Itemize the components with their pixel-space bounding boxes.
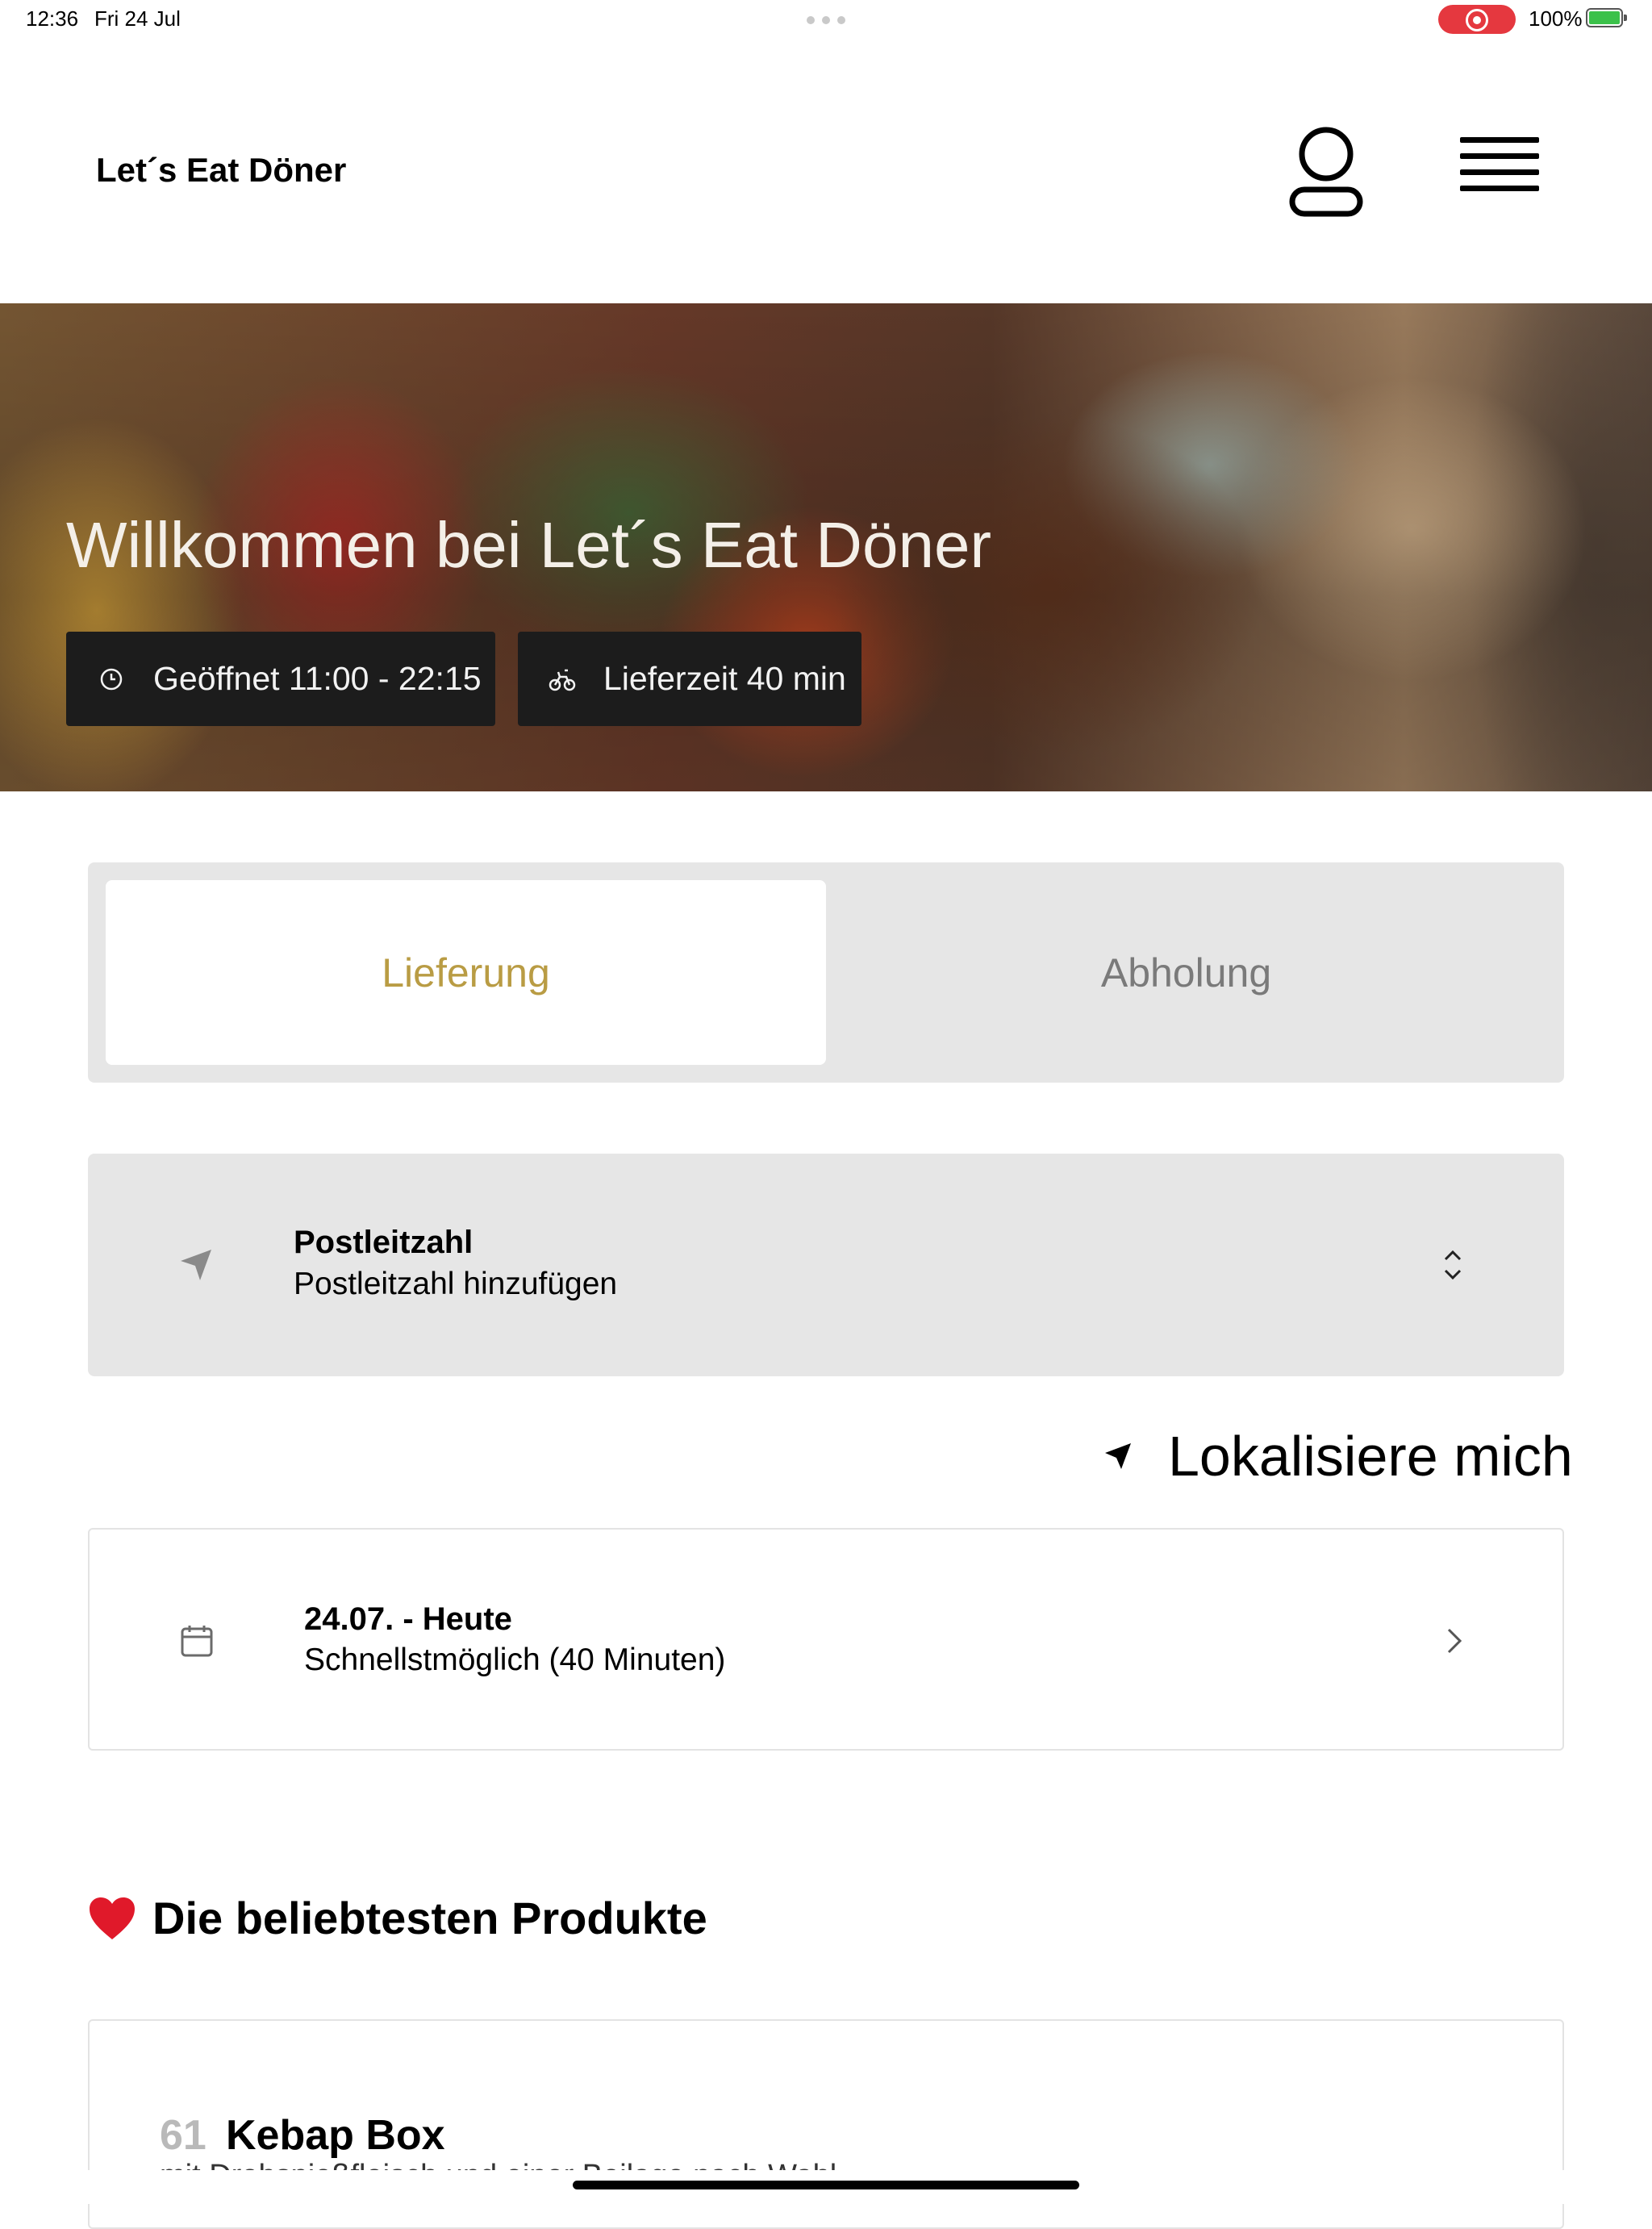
- product-number: 61: [160, 2112, 206, 2159]
- delivery-time-text: Lieferzeit 40 min: [603, 660, 846, 697]
- tab-delivery[interactable]: Lieferung: [106, 880, 826, 1065]
- calendar-icon: [179, 1623, 215, 1659]
- postcode-label: Postleitzahl: [294, 1225, 473, 1260]
- hero-title: Willkommen bei Let´s Eat Döner: [66, 509, 992, 581]
- postcode-select[interactable]: [88, 1154, 1564, 1376]
- user-icon: [1289, 127, 1363, 217]
- home-indicator[interactable]: [573, 2181, 1079, 2189]
- delivery-time-selector[interactable]: [88, 1528, 1564, 1751]
- battery-percentage: 100%: [1529, 6, 1583, 31]
- opening-hours-text: Geöffnet 11:00 - 22:15: [153, 660, 482, 697]
- product-name: Kebap Box: [226, 2112, 445, 2159]
- heart-icon: [90, 1897, 135, 1939]
- multitasking-dots-icon[interactable]: [807, 16, 845, 24]
- chevron-right-icon: [1444, 1626, 1463, 1655]
- status-time: 12:36: [26, 6, 79, 31]
- bicycle-icon: [549, 665, 578, 694]
- locate-me-button[interactable]: Lokalisiere mich: [1103, 1420, 1573, 1492]
- location-arrow-icon: [177, 1246, 215, 1284]
- location-arrow-icon: [1105, 1443, 1131, 1469]
- chevron-updown-icon: [1441, 1246, 1465, 1284]
- delivery-time-badge: Lieferzeit 40 min: [518, 632, 861, 726]
- popular-products-heading: Die beliebtesten Produkte: [88, 1892, 707, 1944]
- schedule-date: 24.07. - Heute: [304, 1601, 512, 1637]
- user-account-button[interactable]: [1287, 125, 1365, 218]
- clock-icon: [98, 665, 127, 694]
- opening-hours-badge: Geöffnet 11:00 - 22:15: [66, 632, 495, 726]
- schedule-option: Schnellstmöglich (40 Minuten): [304, 1643, 726, 1677]
- status-date: Fri 24 Jul: [94, 6, 181, 31]
- tab-pickup[interactable]: Abholung: [826, 880, 1546, 1065]
- brand-title[interactable]: Let´s Eat Döner: [96, 151, 346, 190]
- postcode-value[interactable]: Postleitzahl hinzufügen: [294, 1267, 617, 1302]
- popular-heading-text: Die beliebtesten Produkte: [152, 1893, 707, 1943]
- battery-icon: [1586, 8, 1627, 27]
- locate-me-label: Lokalisiere mich: [1168, 1425, 1573, 1488]
- screen-recording-icon[interactable]: [1438, 5, 1516, 34]
- hamburger-menu-icon[interactable]: [1460, 137, 1541, 205]
